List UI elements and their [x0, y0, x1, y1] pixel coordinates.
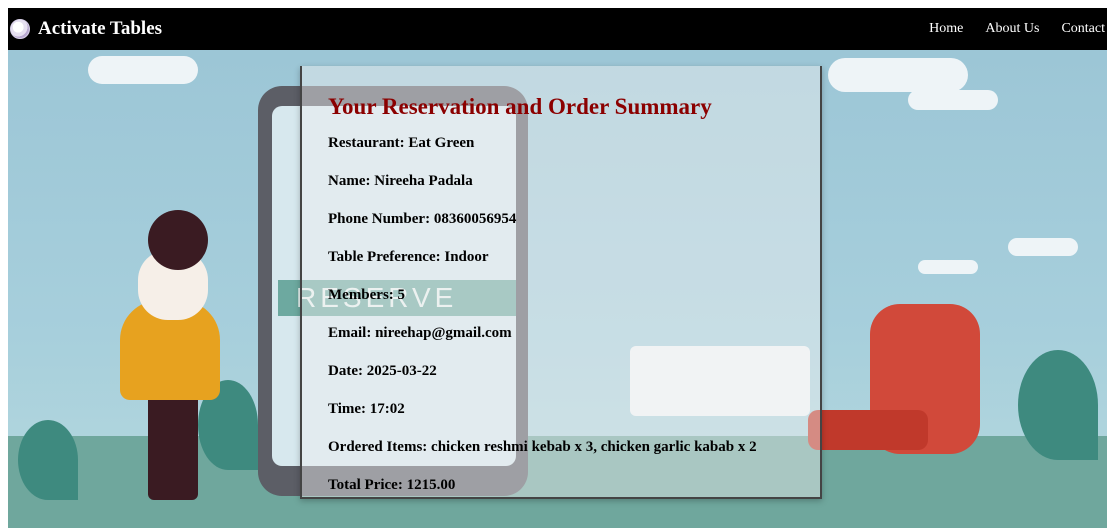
plant-shape: [18, 420, 78, 500]
total-price-row: Total Price: 1215.00: [328, 477, 456, 493]
cloud-shape: [828, 58, 968, 92]
brand-title: Activate Tables: [38, 18, 163, 39]
page: Activate Tables Home About Us Contact RE…: [0, 0, 1107, 528]
nav-home-link[interactable]: Home: [929, 21, 963, 37]
cloud-shape: [88, 56, 198, 84]
time-row: Time: 17:02: [328, 401, 405, 417]
plant-shape: [1018, 350, 1098, 460]
cloud-shape: [908, 90, 998, 110]
nav-about-link[interactable]: About Us: [985, 21, 1039, 37]
summary-card: Your Reservation and Order Summary Resta…: [300, 66, 822, 499]
ordered-items-row: Ordered Items: chicken reshmi kebab x 3,…: [328, 439, 757, 455]
date-row: Date: 2025-03-22: [328, 363, 437, 379]
name-row: Name: Nireeha Padala: [328, 173, 473, 189]
summary-heading: Your Reservation and Order Summary: [328, 94, 712, 119]
chair-illustration-seat: [808, 410, 928, 450]
email-row: Email: nireehap@gmail.com: [328, 325, 512, 341]
cloud-shape: [1008, 238, 1078, 256]
nav-links: Home About Us Contact: [929, 21, 1107, 37]
restaurant-row: Restaurant: Eat Green: [328, 135, 475, 151]
top-navbar: Activate Tables Home About Us Contact: [8, 8, 1107, 50]
nav-contact-link[interactable]: Contact: [1061, 21, 1105, 37]
members-row: Members: 5: [328, 287, 406, 303]
phone-row: Phone Number: 08360056954: [328, 211, 517, 227]
woman-illustration-legs: [148, 390, 198, 500]
table-preference-row: Table Preference: Indoor: [328, 249, 489, 265]
brand[interactable]: Activate Tables: [10, 18, 162, 40]
woman-illustration-hair: [148, 210, 208, 270]
plate-icon: [10, 19, 30, 39]
cloud-shape: [918, 260, 978, 274]
